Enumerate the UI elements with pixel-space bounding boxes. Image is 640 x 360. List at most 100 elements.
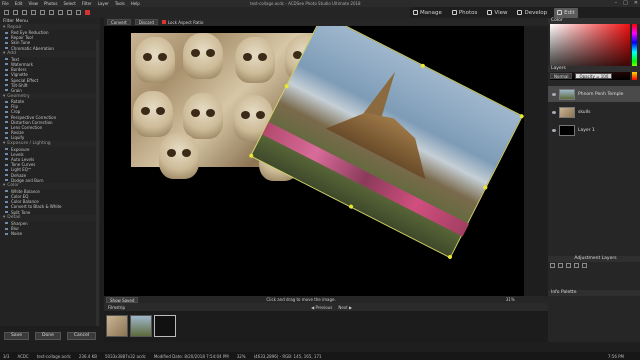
status-dimensions: 5033x3887x32 acdc	[104, 353, 146, 359]
crop-options-bar: Convert Discard Lock Aspect Ratio	[104, 18, 548, 26]
eye-socket	[141, 107, 150, 115]
eye-socket	[182, 149, 191, 157]
chevron-down-icon: ▾	[3, 215, 6, 221]
menu-tools[interactable]: Tools	[115, 1, 125, 6]
canvas-zoom-readout[interactable]: 31%	[506, 297, 515, 302]
skull-shape	[135, 37, 175, 83]
layer-tools-row	[550, 263, 587, 268]
grid-icon	[413, 10, 418, 15]
color-swatch-icon[interactable]	[85, 10, 90, 15]
eye-socket	[258, 53, 267, 61]
transform-handle[interactable]	[519, 113, 524, 119]
layer-row[interactable]: Phnom Penh Temple	[548, 86, 640, 102]
delete-layer-icon[interactable]	[582, 263, 587, 268]
menu-file[interactable]: File	[2, 1, 9, 6]
eye-icon	[487, 10, 493, 15]
tab-photos[interactable]: Photos	[449, 8, 481, 18]
eye-socket	[143, 53, 152, 61]
text-tool-icon[interactable]	[58, 10, 63, 15]
filter-grain[interactable]: Grain	[0, 88, 100, 93]
tab-manage[interactable]: Manage	[410, 8, 445, 18]
brush-tool-icon[interactable]	[40, 10, 45, 15]
merge-icon[interactable]	[574, 263, 579, 268]
lock-aspect-label: Lock Aspect Ratio	[167, 19, 204, 25]
chevron-down-icon: ▾	[3, 24, 6, 30]
opacity-field[interactable]: Opacity = 100	[575, 73, 613, 79]
next-button[interactable]: Next ▶	[338, 305, 352, 310]
eye-icon[interactable]	[552, 110, 556, 114]
transform-handle[interactable]	[447, 254, 453, 260]
tab-edit[interactable]: Edit	[554, 7, 578, 18]
discard-button[interactable]: Discard	[134, 19, 158, 25]
maximize-icon[interactable]: □	[623, 0, 628, 6]
duplicate-layer-icon[interactable]	[558, 263, 563, 268]
undo-icon[interactable]	[4, 10, 9, 15]
left-panel-scrollbar[interactable]	[96, 40, 99, 326]
transform-handle[interactable]	[420, 63, 426, 69]
section-color-label: Color	[7, 183, 20, 189]
save-button[interactable]: Save	[4, 332, 30, 340]
shape-tool-icon[interactable]	[67, 10, 72, 15]
redo-icon[interactable]	[13, 10, 18, 15]
lock-aspect-checkbox[interactable]: Lock Aspect Ratio	[161, 19, 204, 25]
status-zoom: 32%	[236, 353, 246, 359]
filter-split-tone[interactable]: Split Tone	[0, 210, 100, 215]
menu-bar: File Edit View Photos Select Filter Laye…	[2, 1, 140, 6]
layer-row[interactable]: Layer 1	[548, 122, 640, 138]
blend-mode-select[interactable]: Normal	[550, 73, 573, 79]
cancel-button[interactable]: Cancel	[66, 332, 97, 340]
filmstrip-thumbnail-selected[interactable]	[154, 315, 176, 337]
eye-icon[interactable]	[552, 128, 556, 132]
filmstrip-thumbnail[interactable]	[130, 315, 152, 337]
menu-edit[interactable]: Edit	[15, 1, 23, 6]
add-layer-icon[interactable]	[550, 263, 555, 268]
menu-layer[interactable]: Layer	[98, 1, 109, 6]
mask-icon[interactable]	[566, 263, 571, 268]
skull-shape	[183, 33, 223, 79]
window-title: test-collage.acdc - ACDSee Photo Studio …	[250, 1, 361, 6]
eye-socket	[191, 49, 200, 57]
layer-row[interactable]: skulls	[548, 104, 640, 120]
transform-handle[interactable]	[284, 83, 290, 89]
image-canvas[interactable]	[104, 26, 524, 296]
previous-button[interactable]: ◀ Previous	[311, 305, 332, 310]
filmstrip-thumbnail[interactable]	[106, 315, 128, 337]
close-icon[interactable]: ✕	[634, 0, 638, 6]
zoom-tool-icon[interactable]	[76, 10, 81, 15]
eraser-tool-icon[interactable]	[49, 10, 54, 15]
minimize-icon[interactable]: –	[615, 0, 618, 6]
select-tool-icon[interactable]	[31, 10, 36, 15]
filter-liquify[interactable]: Liquify	[0, 135, 100, 140]
menu-filter[interactable]: Filter	[82, 1, 92, 6]
chevron-down-icon: ▾	[3, 141, 6, 147]
done-button[interactable]: Done	[35, 332, 61, 340]
transform-handle[interactable]	[482, 184, 489, 191]
convert-button[interactable]: Convert	[107, 19, 131, 25]
menu-select[interactable]: Select	[63, 1, 75, 6]
tab-filmstrip[interactable]: Filmstrip	[108, 305, 125, 310]
canvas-hint: Click and drag to move the image.	[266, 297, 336, 302]
menu-photos[interactable]: Photos	[44, 1, 58, 6]
status-pixel-info: (4633,2896) - RGB: 145, 165, 171	[253, 353, 322, 359]
window-controls: – □ ✕	[615, 0, 638, 6]
transform-handle[interactable]	[348, 203, 354, 210]
tab-develop[interactable]: Develop	[514, 8, 550, 18]
filter-dodge-and-burn[interactable]: Dodge and Burn	[0, 178, 100, 183]
adjustment-layers-header[interactable]: Adjustment Layers	[548, 256, 640, 262]
section-repair-label: Repair	[7, 24, 22, 30]
tab-view[interactable]: View	[484, 8, 510, 18]
filter-noise[interactable]: Noise	[0, 231, 100, 236]
tab-manage-label: Manage	[420, 9, 442, 16]
skull-shape	[183, 93, 223, 139]
chevron-down-icon: ▾	[3, 183, 6, 189]
menu-help[interactable]: Help	[131, 1, 140, 6]
show-saved-button[interactable]: Show Saved	[106, 296, 139, 303]
menu-view[interactable]: View	[28, 1, 38, 6]
section-add-label: Add	[7, 51, 16, 57]
skull-shape	[133, 91, 173, 137]
eye-icon[interactable]	[552, 92, 556, 96]
chevron-down-icon: ▾	[3, 51, 6, 57]
crop-tool-icon[interactable]	[22, 10, 27, 15]
filter-chromatic-aberration[interactable]: Chromatic Aberration	[0, 46, 100, 51]
layers-panel-header: Layers	[548, 66, 640, 72]
